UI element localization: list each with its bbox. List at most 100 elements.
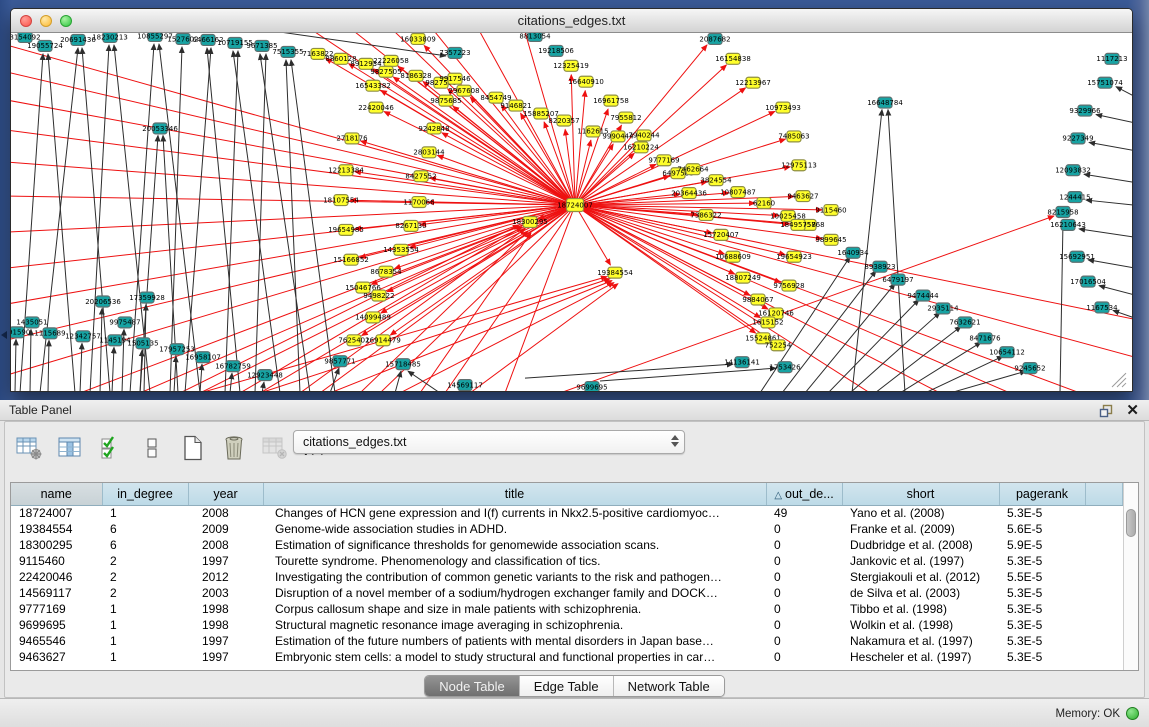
graph-node[interactable]: 8427552: [405, 171, 436, 182]
graph-node[interactable]: 14569117: [447, 380, 483, 391]
graph-node[interactable]: 1117213: [1096, 53, 1127, 64]
graph-node[interactable]: 16914479: [365, 335, 401, 346]
table-cell[interactable]: 5.5E-5: [999, 569, 1085, 585]
graph-node[interactable]: 12213967: [735, 77, 771, 88]
table-cell[interactable]: 18300295: [11, 537, 102, 553]
table-cell[interactable]: 19384554: [11, 521, 102, 537]
graph-node[interactable]: 9857771: [324, 356, 355, 367]
table-cell[interactable]: 5.3E-5: [999, 601, 1085, 617]
graph-node[interactable]: 10654112: [989, 347, 1025, 358]
table-cell[interactable]: Wolkin et al. (1998): [842, 617, 999, 633]
close-panel-icon[interactable]: ✕: [1126, 400, 1139, 421]
table-cell[interactable]: 9699695: [11, 617, 102, 633]
graph-node[interactable]: 9115460: [815, 205, 846, 216]
graph-node[interactable]: 14136141: [724, 357, 760, 368]
table-cell[interactable]: 9777169: [11, 601, 102, 617]
table-cell[interactable]: 1997: [188, 553, 263, 569]
table-cell[interactable]: 2: [102, 585, 188, 601]
table-cell[interactable]: Corpus callosum shape and size in male p…: [263, 601, 766, 617]
table-cell[interactable]: 2012: [188, 569, 263, 585]
table-cell[interactable]: Investigating the contribution of common…: [263, 569, 766, 585]
graph-node[interactable]: 9474444: [907, 290, 939, 301]
graph-node[interactable]: 14099489: [355, 312, 391, 323]
graph-node[interactable]: 15720407: [703, 229, 739, 240]
table-cell[interactable]: 5.3E-5: [999, 505, 1085, 521]
table-cell[interactable]: 9465546: [11, 633, 102, 649]
table-cell[interactable]: de Silva et al. (2003): [842, 585, 999, 601]
graph-node[interactable]: 20206536: [85, 296, 121, 307]
table-cell[interactable]: Embryonic stem cells: a model to study s…: [263, 649, 766, 665]
table-cell[interactable]: 5.3E-5: [999, 553, 1085, 569]
table-cell[interactable]: 5.3E-5: [999, 617, 1085, 633]
table-cell[interactable]: 0: [766, 649, 842, 665]
graph-node[interactable]: 19654985: [328, 224, 364, 235]
table-cell[interactable]: 0: [766, 585, 842, 601]
graph-node[interactable]: 9242848: [418, 123, 449, 134]
graph-node[interactable]: 15751074: [1087, 77, 1123, 88]
table-row[interactable]: 1456911722003Disruption of a novel membe…: [11, 585, 1123, 601]
graph-node[interactable]: 16033809: [400, 33, 436, 44]
graph-node[interactable]: 12342757: [65, 331, 101, 342]
graph-node[interactable]: 7955812: [610, 112, 641, 123]
graph-node[interactable]: 8215958: [1047, 207, 1078, 218]
table-cell[interactable]: 0: [766, 537, 842, 553]
table-cell[interactable]: 5.6E-5: [999, 521, 1085, 537]
graph-node[interactable]: 20053346: [142, 123, 178, 134]
table-cell[interactable]: 2008: [188, 505, 263, 521]
window-resize-grip-icon[interactable]: [1117, 378, 1126, 387]
graph-node[interactable]: 7386322: [690, 210, 721, 221]
graph-node[interactable]: 9329966: [1069, 105, 1100, 116]
graph-node[interactable]: 8678354: [370, 266, 402, 277]
table-cell[interactable]: 6: [102, 521, 188, 537]
table-cell[interactable]: 22420046: [11, 569, 102, 585]
table-row[interactable]: 969969511998Structural magnetic resonanc…: [11, 617, 1123, 633]
table-cell[interactable]: 5.9E-5: [999, 537, 1085, 553]
delete-column-icon[interactable]: [261, 434, 289, 462]
graph-node[interactable]: 15718485: [385, 359, 421, 370]
graph-node[interactable]: 2967608: [448, 85, 479, 96]
graph-node[interactable]: 16640910: [568, 76, 604, 87]
graph-node[interactable]: 2718176: [336, 133, 367, 144]
graph-node[interactable]: 12975113: [781, 160, 817, 171]
graph-node[interactable]: 9699695: [576, 382, 607, 391]
graph-node[interactable]: 9917546: [439, 73, 470, 84]
unselect-rows-icon[interactable]: [138, 434, 166, 462]
tab-edge-table[interactable]: Edge Table: [520, 676, 614, 696]
graph-node[interactable]: 7940244: [628, 130, 660, 141]
table-cell[interactable]: 1998: [188, 601, 263, 617]
table-cell[interactable]: Franke et al. (2009): [842, 521, 999, 537]
show-columns-icon[interactable]: [56, 434, 84, 462]
table-row[interactable]: 2242004622012Investigating the contribut…: [11, 569, 1123, 585]
graph-node[interactable]: 9245652: [1014, 363, 1045, 374]
table-row[interactable]: 1938455462009Genome-wide association stu…: [11, 521, 1123, 537]
graph-node[interactable]: 18107554: [323, 195, 359, 206]
column-header-short[interactable]: short: [842, 483, 999, 505]
table-cell[interactable]: 1: [102, 633, 188, 649]
column-header-pagerank[interactable]: pagerank: [999, 483, 1085, 505]
graph-node[interactable]: 1615152: [752, 317, 783, 328]
graph-node[interactable]: 17016504: [1070, 276, 1106, 287]
graph-node[interactable]: 16210224: [623, 142, 659, 153]
table-cell[interactable]: 18724007: [11, 505, 102, 521]
scrollbar-thumb[interactable]: [1126, 509, 1136, 537]
float-panel-icon[interactable]: [1099, 404, 1114, 418]
graph-node[interactable]: 16648784: [867, 97, 903, 108]
graph-node[interactable]: 1115689: [34, 328, 65, 339]
graph-node[interactable]: 10688609: [715, 251, 751, 262]
graph-node[interactable]: 17359928: [129, 292, 165, 303]
network-canvas[interactable]: 8154092190557242069143618230213108552971…: [11, 33, 1132, 391]
table-cell[interactable]: 5.3E-5: [999, 633, 1085, 649]
table-cell[interactable]: Genome-wide association studies in ADHD.: [263, 521, 766, 537]
table-cell[interactable]: 1: [102, 601, 188, 617]
graph-node[interactable]: 10807487: [720, 187, 756, 198]
graph-node[interactable]: 19384554: [597, 267, 633, 278]
table-row[interactable]: 911546021997Tourette syndrome. Phenomeno…: [11, 553, 1123, 569]
network-table-select[interactable]: citations_edges.txt: [293, 430, 685, 454]
graph-node[interactable]: 16782759: [215, 361, 251, 372]
table-cell[interactable]: Tibbo et al. (1998): [842, 601, 999, 617]
graph-node[interactable]: 7485063: [778, 131, 809, 142]
table-cell[interactable]: 1: [102, 617, 188, 633]
network-view-window[interactable]: citations_edges.txt 81540921905572420691…: [10, 8, 1133, 392]
graph-node[interactable]: 7632621: [949, 317, 980, 328]
table-cell[interactable]: 0: [766, 569, 842, 585]
